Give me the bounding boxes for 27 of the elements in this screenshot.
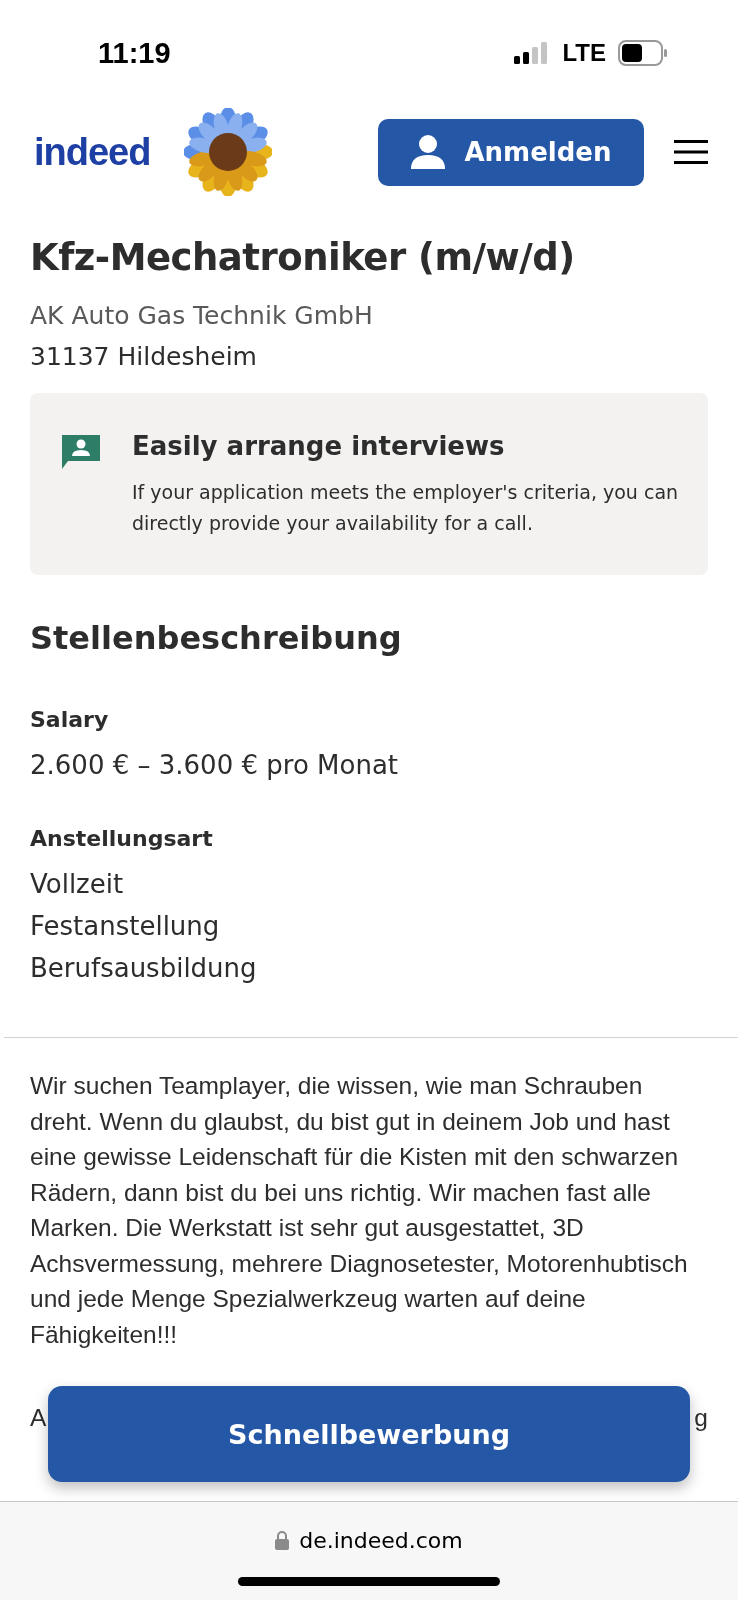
- job-title: Kfz-Mechatroniker (m/w/d): [30, 236, 576, 279]
- notice-text: If your application meets the employer's criteria, you can directly provide your availability for a call.: [132, 480, 680, 536]
- section-heading: Stellenbeschreibung: [30, 619, 403, 657]
- notice-title: Easily arrange interviews: [132, 431, 506, 461]
- network-type: LTE: [562, 39, 606, 67]
- indeed-logo[interactable]: indeed: [34, 130, 151, 174]
- battery-icon: [618, 40, 668, 66]
- login-button[interactable]: Anmelden: [378, 118, 644, 186]
- description-text: A: [30, 1404, 47, 1432]
- company-name[interactable]: AK Auto Gas Technik GmbH: [30, 301, 708, 330]
- menu-icon[interactable]: [674, 140, 708, 164]
- url-text[interactable]: de.indeed.com: [299, 1528, 463, 1553]
- detail-value: Berufsausbildung: [30, 952, 258, 985]
- detail-value: Festanstellung: [30, 910, 221, 943]
- job-location: 31137 Hildesheim: [30, 342, 258, 371]
- description-paragraph: Wir suchen Teamplayer, die wissen, wie man Schrauben dreht. Wenn du glaubst, du bist gut in deinem Job und hast eine gewisse Leidenschaft für die Kisten mit den schwarzen Rädern, dann bist du bei uns richtig. Wir machen fast alle Marken. Die Werkstatt ist sehr gut ausgestattet, 3D Achsvermessung, mehrere Diagnosetester, Motorenhubtisch und jede Menge Spezialwerkzeug warten auf deine Fähigkeiten!!!: [30, 1071, 689, 1350]
- detail-value: Vollzeit: [30, 868, 125, 901]
- apply-button[interactable]: Schnellbewerbung: [48, 1386, 690, 1482]
- detail-label: Anstellungsart: [30, 826, 214, 851]
- detail-value: 2.600 € – 3.600 € pro Monat: [30, 749, 399, 782]
- sunflower-icon: [184, 108, 273, 196]
- description-text: g: [694, 1404, 708, 1432]
- lock-icon: [275, 1531, 290, 1550]
- detail-label: Salary: [30, 707, 110, 732]
- chat-person-icon: [62, 435, 100, 469]
- status-time: 11:19: [98, 36, 171, 70]
- person-icon: [410, 135, 447, 169]
